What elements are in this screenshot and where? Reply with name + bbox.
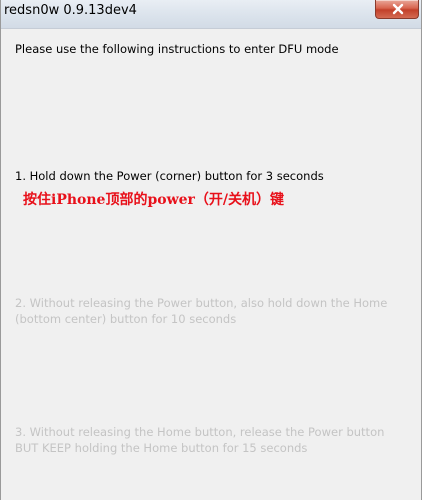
close-button[interactable] [375,0,419,19]
instructions-panel: Please use the following instructions to… [1,29,421,500]
intro-text: Please use the following instructions to… [15,42,339,56]
step-3-line-1: 3. Without releasing the Home button, re… [15,425,385,439]
window-title: redsn0w 0.9.13dev4 [4,3,137,18]
app-window: redsn0w 0.9.13dev4 Please use the follow… [0,0,422,500]
step-1-annotation: 按住iPhone顶部的power（开/关机）键 [23,192,285,208]
step-2-text: 2. Without releasing the Power button, a… [15,295,387,327]
title-bar[interactable]: redsn0w 0.9.13dev4 [1,0,421,29]
step-3-line-2: BUT KEEP holding the Home button for 15 … [15,441,308,455]
step-2-line-2: (bottom center) button for 10 seconds [15,312,237,326]
step-3-text: 3. Without releasing the Home button, re… [15,424,384,456]
close-icon [392,3,404,15]
step-2-line-1: 2. Without releasing the Power button, a… [15,296,388,310]
step-1-text: 1. Hold down the Power (corner) button f… [15,169,324,183]
